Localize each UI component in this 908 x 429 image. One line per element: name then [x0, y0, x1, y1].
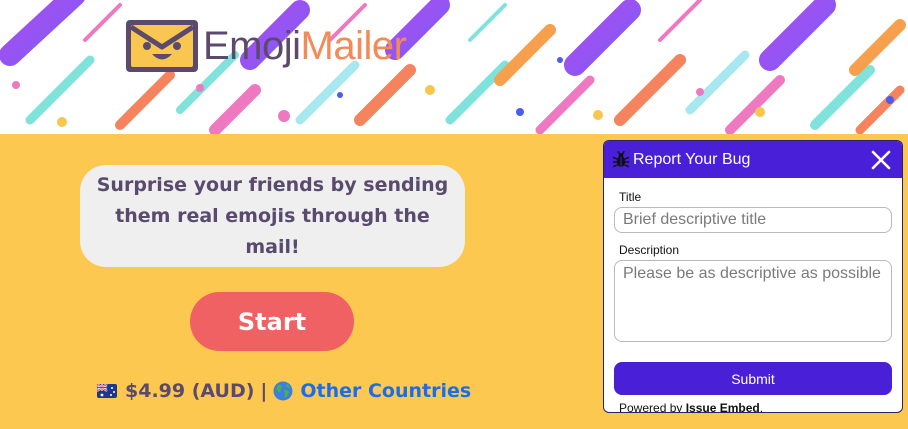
bug-report-title: Report Your Bug — [633, 150, 751, 168]
bug-report-form: Title Description Submit Powered by Issu… — [604, 178, 902, 413]
logo-text-mailer: Mailer — [300, 24, 407, 68]
logo-text: EmojiMailer — [203, 24, 407, 68]
other-countries-link[interactable]: Other Countries — [300, 380, 471, 402]
envelope-smile-icon — [126, 20, 198, 72]
submit-button[interactable]: Submit — [614, 362, 892, 395]
description-input[interactable] — [614, 260, 892, 342]
globe-icon — [273, 381, 293, 401]
price-separator: | — [260, 380, 268, 402]
close-icon[interactable] — [870, 149, 892, 171]
description-field-label: Description — [619, 243, 680, 257]
australia-flag-icon — [97, 384, 117, 398]
powered-by-prefix: Powered by — [619, 401, 683, 413]
bug-icon — [612, 150, 630, 167]
title-input[interactable] — [614, 207, 892, 233]
header-banner: EmojiMailer — [0, 0, 908, 134]
powered-by-suffix: . — [759, 401, 764, 413]
bug-report-header: Report Your Bug — [604, 141, 902, 178]
logo[interactable]: EmojiMailer — [125, 18, 407, 74]
title-field-label: Title — [619, 190, 642, 204]
powered-by-footer: Powered by Issue Embed. — [619, 401, 892, 413]
price-text: $4.99 (AUD) — [125, 380, 255, 402]
tagline-card: Surprise your friends by sending them re… — [80, 165, 465, 267]
pricing-line: $4.99 (AUD) | Other Countries — [97, 378, 471, 404]
tagline-text: Surprise your friends by sending them re… — [96, 173, 449, 258]
bug-report-panel: Report Your Bug Title Description Submit… — [603, 140, 903, 413]
logo-text-emoji: Emoji — [203, 24, 301, 68]
powered-by-brand: Issue Embed — [685, 401, 760, 413]
start-button[interactable]: Start — [190, 292, 354, 351]
